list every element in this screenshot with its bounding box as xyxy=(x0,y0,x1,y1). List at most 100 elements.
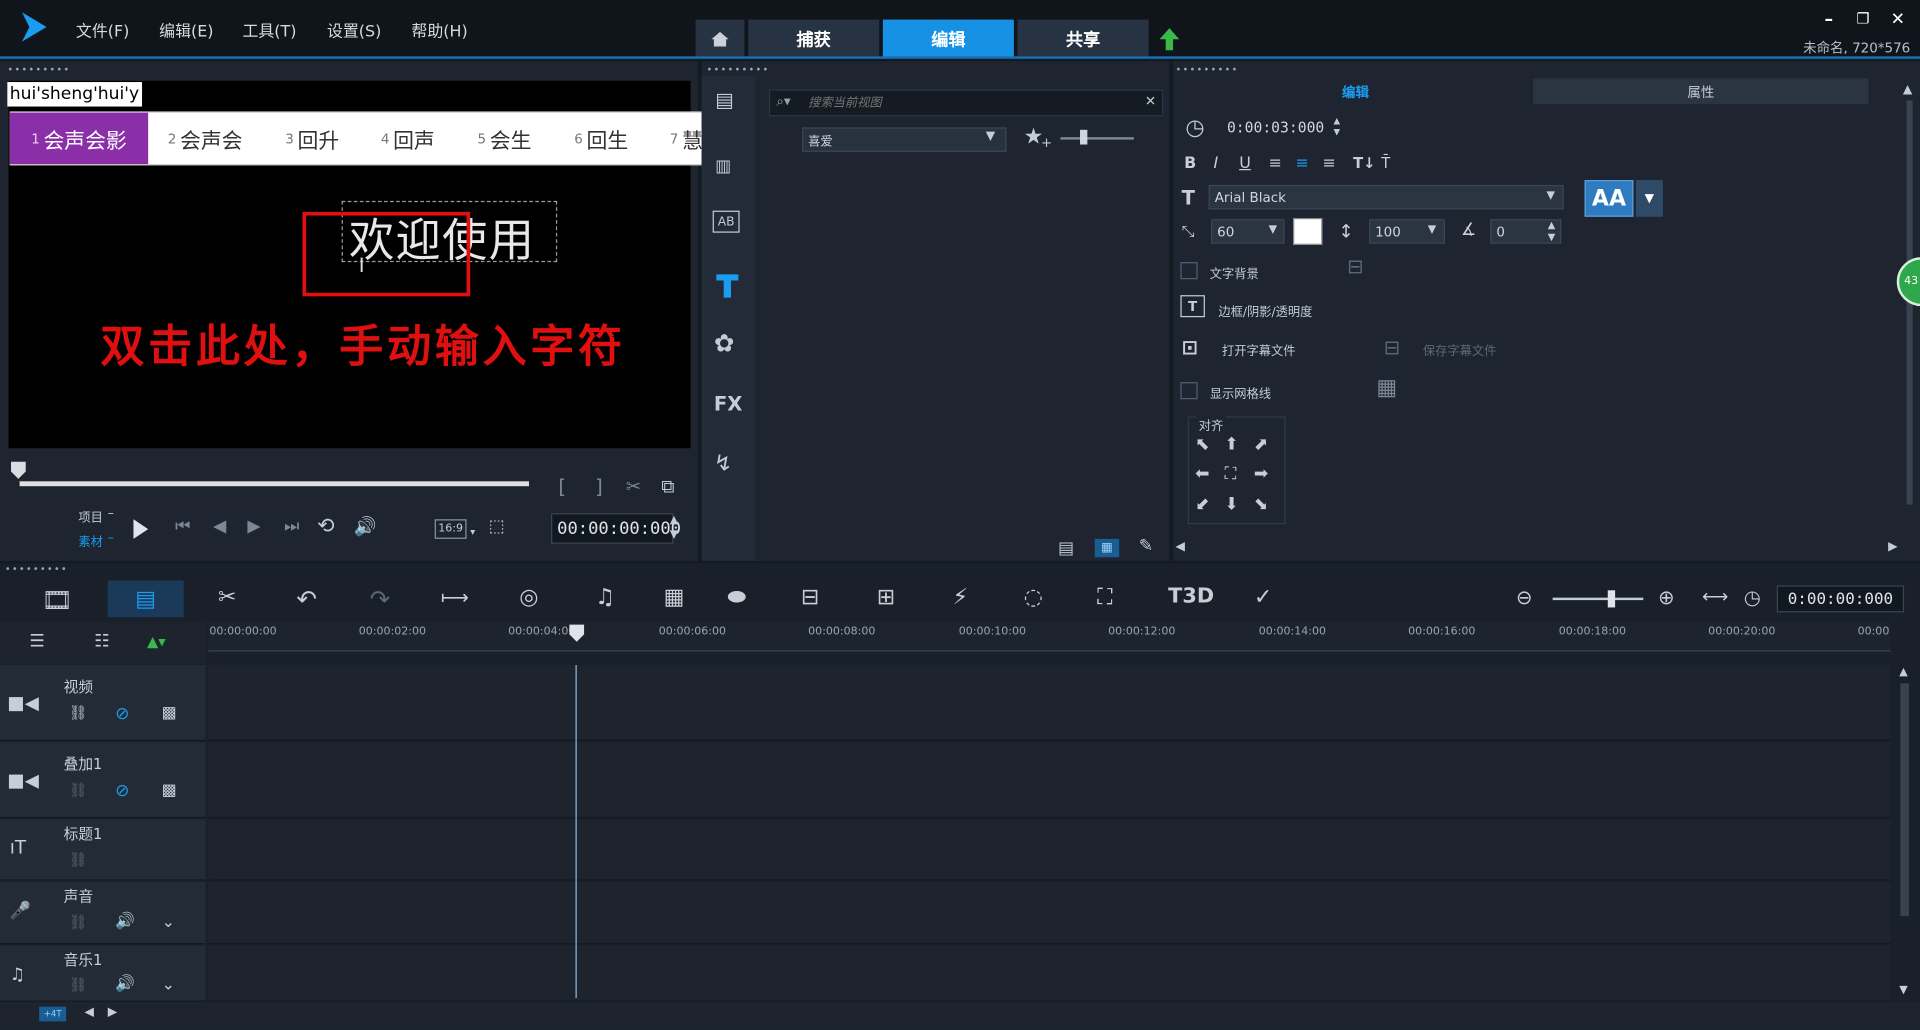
align-center-box-icon[interactable]: ⛶ xyxy=(1225,464,1237,484)
border-shadow-label[interactable]: 边框/阴影/透明度 xyxy=(1218,301,1312,319)
ripple-edit-icon[interactable]: ⊘ xyxy=(115,781,129,801)
track-header-title[interactable]: 标题1 ıT ⛓ xyxy=(0,819,206,881)
tab-capture[interactable]: 捕获 xyxy=(748,19,880,58)
search-clear-icon[interactable]: ✕ xyxy=(1145,93,1156,109)
options-grip[interactable]: ••••••••• xyxy=(1176,64,1239,75)
instant-project-icon[interactable]: ▥ xyxy=(715,157,731,177)
mark-out-icon[interactable]: ] xyxy=(595,475,603,498)
prev-frame-icon[interactable]: ◀ xyxy=(213,517,226,537)
add-track-icon[interactable]: ☷ xyxy=(94,632,109,652)
library-category-dropdown[interactable]: 喜爱 xyxy=(802,127,1007,152)
fit-timeline-icon[interactable]: ⟷ xyxy=(1702,585,1728,607)
clip-mode-label[interactable]: 素材 xyxy=(78,532,102,549)
track-link-icon[interactable]: ⛓ xyxy=(69,851,88,868)
timeline-scroll-left-icon[interactable]: ◀ xyxy=(84,1005,93,1018)
storyboard-view-icon[interactable]: 🎞 xyxy=(42,585,73,614)
track-header-video[interactable]: 视频 ■◀ ⛓ ⊘ ▩ xyxy=(0,665,206,741)
close-icon[interactable]: ✕ xyxy=(1891,10,1905,30)
track-manager-icon[interactable]: ☰ xyxy=(29,632,44,652)
duration-down-icon[interactable]: ▼ xyxy=(1333,127,1340,137)
font-select[interactable]: Arial Black xyxy=(1208,184,1564,210)
thumbnail-size-handle[interactable] xyxy=(1080,129,1088,145)
scrubber-handle-icon[interactable] xyxy=(10,460,27,480)
ime-candidate-2[interactable]: 2 会声会 xyxy=(168,113,243,164)
open-subtitle-label[interactable]: 打开字幕文件 xyxy=(1222,340,1295,358)
align-mid-left-icon[interactable]: ⬅ xyxy=(1195,464,1209,484)
open-subtitle-icon[interactable]: ⊡ xyxy=(1182,336,1198,359)
record-capture-icon[interactable]: ◎ xyxy=(519,584,538,610)
align-bottom-left-icon[interactable]: ⬋ xyxy=(1195,495,1209,515)
ime-candidate-5[interactable]: 5 会生 xyxy=(478,113,532,164)
preset-dropdown-icon[interactable]: ▼ xyxy=(1635,180,1663,217)
zoom-slider-handle[interactable] xyxy=(1607,590,1616,608)
tab-edit[interactable]: 编辑 xyxy=(882,19,1014,58)
zoom-out-icon[interactable]: ⊖ xyxy=(1516,585,1532,608)
timeline-scroll-right-icon[interactable]: ▶ xyxy=(108,1005,117,1018)
track-grid-icon[interactable]: ▩ xyxy=(162,704,177,722)
angle-up-icon[interactable]: ▲ xyxy=(1548,219,1556,230)
menu-help[interactable]: 帮助(H) xyxy=(411,18,467,41)
motion-tracking-icon[interactable]: ⬬ xyxy=(727,584,746,610)
align-top-right-icon[interactable]: ⬈ xyxy=(1254,435,1268,455)
track-link-icon[interactable]: ⛓ xyxy=(69,914,88,931)
options-tab-edit[interactable]: 编辑 xyxy=(1177,78,1534,105)
options-tab-attributes[interactable]: 属性 xyxy=(1533,78,1869,105)
timeline-timecode[interactable]: 0:00:00:000 xyxy=(1776,585,1905,613)
chapter-marker-icon[interactable]: ▲▾ xyxy=(147,633,166,650)
track-volume-icon[interactable]: 🔊 xyxy=(115,975,135,993)
search-icon[interactable]: ⌕▾ xyxy=(776,93,790,110)
timecode-down-icon[interactable]: ▼ xyxy=(670,529,678,541)
home-button[interactable] xyxy=(695,19,745,58)
upload-arrow-icon[interactable] xyxy=(1158,27,1180,51)
library-options-icon[interactable]: ✎ xyxy=(1139,536,1153,556)
playhead-handle-icon[interactable] xyxy=(568,623,585,643)
ime-candidate-4[interactable]: 4 回声 xyxy=(381,113,435,164)
project-mode-label[interactable]: 项目 xyxy=(78,507,102,525)
redo-icon[interactable]: ↷ xyxy=(370,584,391,613)
font-color-swatch[interactable] xyxy=(1293,217,1323,245)
timeline-scroll-down-icon[interactable]: ▼ xyxy=(1899,985,1907,997)
show-grid-checkbox[interactable] xyxy=(1180,382,1198,400)
graphics-icon[interactable]: ✿ xyxy=(714,328,735,357)
subtitle-editor-icon[interactable]: ⊟ xyxy=(801,584,819,610)
zoom-slider[interactable] xyxy=(1552,597,1644,601)
play-icon[interactable] xyxy=(131,517,151,541)
align-center-icon[interactable]: ≡ xyxy=(1296,154,1309,172)
line-spacing-dropdown-icon[interactable]: ▼ xyxy=(1428,224,1436,236)
align-top-left-icon[interactable]: ⬉ xyxy=(1195,435,1209,455)
path-icon[interactable]: ↯ xyxy=(714,451,732,477)
timeline-grip[interactable]: ••••••••• xyxy=(5,563,68,574)
split-screen-icon[interactable]: ⊞ xyxy=(877,584,895,610)
fit-project-icon[interactable]: ⟼ xyxy=(441,585,469,608)
change-display-mode-icon[interactable]: ⬚ xyxy=(489,517,505,537)
align-left-icon[interactable]: ≡ xyxy=(1269,154,1282,172)
library-grip[interactable]: ••••••••• xyxy=(707,64,770,75)
track-switch-icon[interactable]: +4T xyxy=(39,1006,67,1022)
library-search-input[interactable] xyxy=(808,93,1127,113)
track-header-overlay[interactable]: 叠加1 ■◀ ⛓ ⊘ ▩ xyxy=(0,742,206,819)
scroll-right-icon[interactable]: ▶ xyxy=(1888,540,1897,553)
aspect-ratio-button[interactable]: 16:9 xyxy=(434,519,467,539)
track-voice[interactable] xyxy=(208,881,1891,945)
split-clip-icon[interactable]: ✂ xyxy=(626,475,641,497)
align-top-center-icon[interactable]: ⬆ xyxy=(1225,435,1239,455)
toolbar-tools-icon[interactable]: ✂ xyxy=(218,584,236,610)
align-right-icon[interactable]: ≡ xyxy=(1322,154,1335,172)
ime-candidate-6[interactable]: 6 回生 xyxy=(574,113,628,164)
thumbnail-size-slider[interactable] xyxy=(1060,137,1134,140)
text-background-settings-icon[interactable]: ⊟ xyxy=(1347,255,1363,278)
ime-candidate-3[interactable]: 3 回升 xyxy=(285,113,339,164)
filter-fx-icon[interactable]: FX xyxy=(714,392,742,415)
track-header-voice[interactable]: 声音 🎤 ⛓ 🔊 ⌄ xyxy=(0,881,206,945)
border-shadow-icon[interactable]: T xyxy=(1180,295,1205,318)
vertical-text-icon[interactable]: T↓ xyxy=(1353,154,1375,171)
align-bottom-center-icon[interactable]: ⬇ xyxy=(1225,495,1239,515)
track-link-icon[interactable]: ⛓ xyxy=(69,976,88,993)
scroll-up-icon[interactable]: ▲ xyxy=(1903,83,1912,96)
3d-title-icon[interactable]: T3D xyxy=(1168,584,1214,608)
track-link-icon[interactable]: ⛓ xyxy=(69,704,88,721)
library-thumb-view-icon[interactable]: ▦ xyxy=(1094,538,1120,558)
time-remap-icon[interactable]: ⚡ xyxy=(953,584,968,610)
undo-icon[interactable]: ↶ xyxy=(296,584,317,613)
volume-icon[interactable]: 🔊 xyxy=(354,516,377,538)
